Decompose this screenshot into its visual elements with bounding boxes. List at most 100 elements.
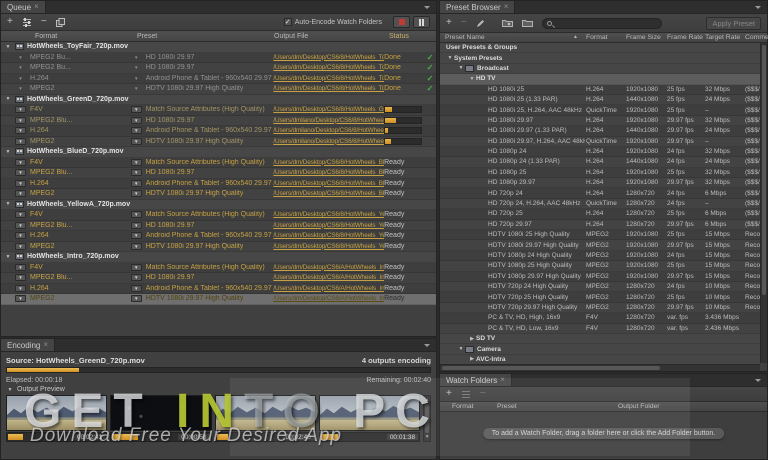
add-folder-button[interactable]: + (446, 389, 452, 399)
preset-dropdown[interactable]: ▼ (130, 242, 142, 250)
auto-encode-checkbox-row[interactable]: ✓ Auto-Encode Watch Folders (283, 18, 382, 26)
column-status[interactable]: Status (389, 33, 409, 40)
preset-row[interactable]: HD 1080i 29.97 (1.33 PAR) H.264 1440x1080 2… (440, 126, 763, 137)
format-dropdown[interactable]: ▼ (15, 190, 26, 198)
queue-output-row[interactable]: ▼ MPEG2 Bu... ▼ HD 1080i 29.97/Users/dm/Des… (1, 52, 436, 63)
preset-dropdown[interactable]: ▼ (130, 169, 142, 177)
output-file-link[interactable]: /Users/dm/Desktop/CS6/8/HotWheels_Yellow… (273, 243, 384, 250)
preset-row[interactable]: HD 1080p 24 (1.33 PAR) H.264 1440x1080 24 f… (440, 157, 763, 168)
settings-sliders-icon[interactable] (22, 17, 32, 27)
preset-dropdown[interactable]: ▼ (131, 64, 142, 71)
preset-search-input[interactable] (541, 17, 662, 29)
twirl-down-icon[interactable]: ▼ (4, 254, 12, 260)
preset-row[interactable]: HD 1080p 29.97 H.264 1920x1080 29.97 fps 32 … (440, 178, 763, 189)
twirl-right-icon[interactable]: ▶ (468, 336, 476, 342)
add-source-button[interactable]: + (7, 17, 13, 27)
preset-row[interactable]: HDTV 720p 25 High Quality MPEG2 1280x720 25… (440, 292, 763, 303)
preset-dropdown[interactable]: ▼ (130, 232, 142, 240)
tab-close-icon[interactable]: × (34, 3, 39, 11)
preset-dropdown[interactable]: ▼ (130, 274, 142, 282)
column-preset[interactable]: Preset (497, 403, 517, 410)
queue-output-row[interactable]: ▼ F4V ▼ Match Source Attributes (High Quali… (1, 210, 436, 221)
preset-group-row[interactable]: ▼ HD TV (440, 74, 760, 85)
preset-group-row[interactable]: ▼ System Presets (440, 53, 760, 64)
column-frame-size[interactable]: Frame Size (626, 34, 661, 41)
tab-queue[interactable]: Queue × (1, 1, 46, 13)
new-group-folder-icon[interactable] (501, 19, 513, 27)
queue-output-row[interactable]: ▼ H.264 ▼ Android Phone & Tablet - 960x540 … (1, 283, 436, 294)
format-dropdown[interactable]: ▼ (15, 169, 26, 177)
output-file-link[interactable]: /Users/dm/Desktop/CS6/8/HotWheels_BlueD_… (273, 180, 384, 187)
queue-output-row[interactable]: ▼ H.264 ▼ Android Phone & Tablet - 960x540 … (1, 126, 436, 137)
column-frame-rate[interactable]: Frame Rate (667, 34, 703, 41)
stop-queue-button[interactable] (393, 16, 410, 28)
format-dropdown[interactable]: ▼ (15, 75, 26, 82)
pause-queue-button[interactable] (413, 16, 430, 28)
format-dropdown[interactable]: ▼ (15, 116, 26, 124)
queue-source-row[interactable]: ▼ HotWheels_ToyFair_720p.mov (1, 42, 436, 53)
settings-sliders-icon[interactable] (461, 390, 471, 399)
format-dropdown[interactable]: ▼ (15, 127, 26, 135)
import-preset-folder-icon[interactable] (521, 19, 533, 27)
output-file-link[interactable]: /Users/dmilano/Desktop/CS6/8/HotWheels_G… (273, 127, 384, 134)
preset-dropdown[interactable]: ▼ (130, 284, 142, 292)
panel-menu-icon[interactable] (751, 374, 767, 386)
panel-menu-icon[interactable] (751, 1, 767, 13)
output-file-link[interactable]: /Users/dm/Desktop/CS6/8/HotWheels_ToyFai… (273, 64, 384, 71)
column-output-folder[interactable]: Output Folder (618, 403, 660, 410)
output-file-link[interactable]: /Users/dm/Desktop/CS6/A/HotWheels_Intro_… (273, 274, 384, 281)
panel-menu-icon[interactable] (420, 1, 436, 13)
column-output-file[interactable]: Output File (274, 33, 308, 40)
output-file-link[interactable]: /Users/dm/Desktop/CS6/8/HotWheels_ToyFai… (273, 75, 384, 82)
preset-row[interactable]: HD 1080i 29.97, H.264, AAC 48kHz QuickTim… (440, 136, 763, 147)
queue-output-row[interactable]: ▼ MPEG2 ▼ HDTV 1080i 29.97 High Quality/Use… (1, 136, 436, 147)
preset-row[interactable]: HD 1080p 25 H.264 1920x1080 25 fps 32 Mbps ($… (440, 167, 763, 179)
twirl-down-icon[interactable]: ▼ (4, 96, 12, 102)
tab-close-icon[interactable]: × (43, 341, 48, 349)
output-file-link[interactable]: /Users/dm/Desktop/CS6/8/HotWheels_Yellow… (273, 222, 384, 229)
preset-section-row[interactable]: User Presets & Groups (440, 43, 760, 54)
output-file-link[interactable]: /Users/dm/Desktop/CS6/8/HotWheels_ToyFai… (273, 54, 384, 61)
preset-dropdown[interactable]: ▼ (130, 211, 142, 219)
queue-source-row[interactable]: ▼ HotWheels_BlueD_720p.mov (1, 147, 436, 158)
queue-output-row[interactable]: ▼ H.264 ▼ Android Phone & Tablet - 960x540 … (1, 178, 436, 189)
preset-row[interactable]: HD 1080i 25 (1.33 PAR) H.264 1440x1080 25 f… (440, 94, 763, 106)
queue-output-row[interactable]: ▼ MPEG2 ▼ HDTV 1080i 29.97 High Quality/Use… (1, 84, 436, 95)
queue-source-row[interactable]: ▼ HotWheels_GreenD_720p.mov (1, 94, 436, 105)
queue-source-row[interactable]: ▼ HotWheels_Intro_720p.mov (1, 252, 436, 263)
output-file-link[interactable]: /Users/dmilano/Desktop/CS6/8/HotWheels_G… (273, 138, 384, 145)
format-dropdown[interactable]: ▼ (15, 232, 26, 240)
preset-row[interactable]: HDTV 1080p 25 High Quality MPEG2 1920x1080… (440, 261, 763, 272)
preset-row[interactable]: HDTV 1080i 29.97 High Quality MPEG2 1920x1… (440, 240, 763, 251)
remove-source-button[interactable]: − (41, 17, 47, 27)
preset-row[interactable]: HD 1080i 25, H.264, AAC 48kHz QuickTime 19… (440, 105, 763, 116)
panel-menu-icon[interactable] (420, 339, 436, 351)
tab-preset-browser[interactable]: Preset Browser × (440, 1, 516, 13)
sort-asc-icon[interactable]: ▲ (573, 34, 578, 40)
queue-output-row[interactable]: ▼ MPEG2 Blu... ▼ HD 1080i 29.97/Users/dm/De… (1, 220, 436, 231)
preview-scrollbar[interactable]: ▲ ▼ (423, 395, 432, 442)
format-dropdown[interactable]: ▼ (15, 295, 26, 303)
twirl-right-icon[interactable]: ▶ (468, 356, 476, 362)
tab-encoding[interactable]: Encoding × (1, 339, 56, 351)
preset-dropdown[interactable]: ▼ (130, 190, 142, 198)
format-dropdown[interactable]: ▼ (15, 263, 26, 271)
twirl-down-icon[interactable]: ▼ (457, 346, 465, 352)
preset-dropdown[interactable]: ▼ (130, 106, 142, 114)
preset-row[interactable]: PC & TV, HD, Low, 16x9 F4V 1280x720 var. fp… (440, 323, 760, 334)
queue-source-row[interactable]: ▼ HotWheels_YellowA_720p.mov (1, 199, 436, 210)
horizontal-scrollbar[interactable] (440, 364, 760, 371)
preset-dropdown[interactable]: ▼ (130, 263, 142, 271)
twirl-down-icon[interactable]: ▼ (4, 44, 12, 50)
column-format[interactable]: Format (35, 33, 57, 40)
preset-group-row[interactable]: ▼ Broadcast (440, 63, 760, 75)
queue-output-row[interactable]: ▼ MPEG2 ▼ HDTV 1080i 29.97 High Quality/Use… (1, 294, 436, 305)
queue-output-row[interactable]: ▼ MPEG2 Blu... ▼ HD 1080i 29.97/Users/dmila… (1, 115, 436, 126)
preset-dropdown[interactable]: ▼ (130, 116, 142, 124)
format-dropdown[interactable]: ▼ (15, 211, 26, 219)
preset-row[interactable]: HDTV 1080i 25 High Quality MPEG2 1920x1080… (440, 230, 763, 241)
edit-preset-icon[interactable] (476, 19, 485, 28)
preset-row[interactable]: HDTV 720p 24 High Quality MPEG2 1280x720 24… (440, 281, 763, 293)
output-file-link[interactable]: /Users/dmilano/Desktop/CS6/8/HotWheels_G… (273, 117, 384, 124)
column-preset[interactable]: Preset (137, 33, 157, 40)
